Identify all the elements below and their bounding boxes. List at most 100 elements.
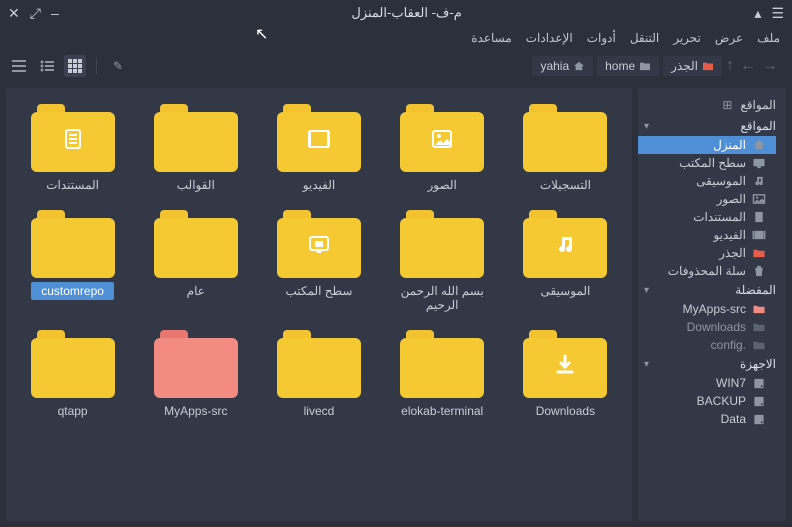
folder-label: بسم الله الرحمن الرحيم	[384, 282, 501, 314]
folder-icon	[400, 330, 484, 398]
menu-view[interactable]: عرض	[715, 31, 743, 45]
folder-label: MyApps-src	[154, 402, 237, 420]
folder-icon	[31, 210, 115, 278]
breadcrumb-home[interactable]: home	[597, 56, 659, 76]
sidebar-item[interactable]: الموسيقى	[638, 172, 776, 190]
nav-back-icon[interactable]: ←	[740, 57, 756, 75]
folder-item[interactable]: qtapp	[14, 326, 131, 424]
menu-go[interactable]: التنقل	[630, 31, 659, 45]
folder-icon	[31, 330, 115, 398]
sidebar-item[interactable]: الجذر	[638, 244, 776, 262]
breadcrumb-home-label: home	[605, 59, 635, 73]
sidebar-item[interactable]: BACKUP	[638, 392, 776, 410]
menu-settings[interactable]: الإعدادات	[526, 31, 573, 45]
folder-label: الصور	[412, 176, 472, 194]
sidebar-title: المواقع	[740, 98, 776, 112]
maximize-icon[interactable]: ⤢	[30, 6, 41, 20]
folder-overlay-icon	[306, 126, 332, 159]
folder-label: المستندات	[36, 176, 109, 194]
folder-item[interactable]: عام	[137, 206, 254, 318]
folder-item[interactable]: MyApps-src	[137, 326, 254, 424]
folder-item[interactable]: المستندات	[14, 100, 131, 198]
folder-label: qtapp	[43, 402, 103, 420]
minimize-icon[interactable]: –	[51, 6, 59, 20]
breadcrumb-root[interactable]: الجذر	[663, 56, 722, 76]
folder-item[interactable]: سطح المكتب	[260, 206, 377, 318]
menu-edit[interactable]: تحرير	[673, 31, 701, 45]
sidebar-item-label: الجذر	[642, 246, 746, 260]
view-grid-icon[interactable]	[64, 55, 86, 77]
breadcrumb-user[interactable]: yahia	[532, 56, 593, 76]
sidebar-item[interactable]: WIN7	[638, 374, 776, 392]
folder-label: سطح المكتب	[276, 282, 363, 300]
folder-overlay-icon	[60, 126, 86, 159]
folder-item[interactable]: Downloads	[507, 326, 624, 424]
sidebar: المواقع ⊞ المواقع▾المنزل سطح المكتب الموسي…	[638, 88, 786, 521]
folder-icon	[277, 104, 361, 172]
nav-forward-icon[interactable]: →	[762, 57, 778, 75]
folder-item[interactable]: الصور	[384, 100, 501, 198]
nav-up-icon[interactable]: ↑	[726, 57, 734, 75]
folder-icon	[523, 330, 607, 398]
sidebar-item[interactable]: Data	[638, 410, 776, 428]
sidebar-item-label: الصور	[642, 192, 746, 206]
sidebar-item-label: MyApps-src	[642, 302, 746, 316]
folder-item[interactable]: القوالب	[137, 100, 254, 198]
breadcrumb-user-label: yahia	[540, 59, 569, 73]
sidebar-item[interactable]: المستندات	[638, 208, 776, 226]
folder-label: القوالب	[166, 176, 226, 194]
titlebar: ✕ ⤢ – م-ف- العقاب-المنزل ▴ ☰	[0, 0, 792, 26]
folder-item[interactable]: livecd	[260, 326, 377, 424]
menu-help[interactable]: مساعدة	[471, 31, 512, 45]
sidebar-item-label: سلة المحذوفات	[642, 264, 746, 278]
folder-label: الفيديو	[289, 176, 349, 194]
sidebar-grid-icon[interactable]: ⊞	[722, 98, 732, 112]
sidebar-item[interactable]: Downloads	[638, 318, 776, 336]
folder-icon	[523, 210, 607, 278]
sidebar-item[interactable]: سطح المكتب	[638, 154, 776, 172]
folder-icon	[277, 210, 361, 278]
folder-icon	[154, 330, 238, 398]
view-details-icon[interactable]	[8, 55, 30, 77]
folder-item[interactable]: التسجيلات	[507, 100, 624, 198]
sidebar-item[interactable]: MyApps-src	[638, 300, 776, 318]
sidebar-item-label: سطح المكتب	[642, 156, 746, 170]
close-icon[interactable]: ✕	[8, 6, 20, 20]
folder-item[interactable]: customrepo	[14, 206, 131, 318]
menu-tools[interactable]: أدوات	[587, 31, 616, 45]
sidebar-item[interactable]: config.	[638, 336, 776, 354]
folder-icon	[400, 210, 484, 278]
sidebar-group-title[interactable]: المفضلة▾	[638, 280, 786, 300]
folder-item[interactable]: elokab-terminal	[384, 326, 501, 424]
home-icon	[573, 61, 585, 71]
folder-item[interactable]: الموسيقى	[507, 206, 624, 318]
folder-item[interactable]: بسم الله الرحمن الرحيم	[384, 206, 501, 318]
folder-icon	[400, 104, 484, 172]
folder-label: الموسيقى	[530, 282, 600, 300]
folder-overlay-icon	[552, 232, 578, 265]
sidebar-item[interactable]: الصور	[638, 190, 776, 208]
sidebar-item-label: Data	[642, 412, 746, 426]
sidebar-item[interactable]: الفيديو	[638, 226, 776, 244]
sidebar-item[interactable]: سلة المحذوفات	[638, 262, 776, 280]
folder-item[interactable]: الفيديو	[260, 100, 377, 198]
file-grid: المستندات القوالب الفيديو الصور التسجيلات cus…	[6, 88, 632, 521]
sidebar-group-title[interactable]: المواقع▾	[638, 116, 786, 136]
sidebar-item[interactable]: المنزل	[638, 136, 776, 154]
folder-icon	[31, 104, 115, 172]
folder-icon	[523, 104, 607, 172]
folder-icon	[639, 61, 651, 71]
menu-file[interactable]: ملف	[757, 31, 780, 45]
edit-icon[interactable]: ✎	[107, 55, 129, 77]
menu-icon[interactable]: ☰	[771, 6, 784, 20]
sidebar-item-label: المستندات	[642, 210, 746, 224]
sidebar-item-label: WIN7	[642, 376, 746, 390]
breadcrumb: الجذر home yahia	[532, 56, 722, 76]
folder-icon	[702, 61, 714, 71]
toolbar: ✎ الجذر home yahia ↑ ← →	[0, 50, 792, 82]
sidebar-item-label: BACKUP	[642, 394, 746, 408]
sidebar-group-title[interactable]: الاجهزة▾	[638, 354, 786, 374]
window-title: م-ف- العقاب-المنزل	[59, 5, 755, 21]
pin-icon[interactable]: ▴	[754, 6, 761, 20]
view-list-icon[interactable]	[36, 55, 58, 77]
